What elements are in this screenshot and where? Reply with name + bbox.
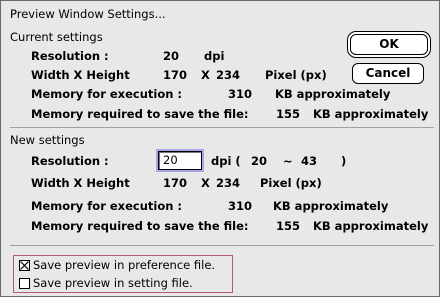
range-min: 20 bbox=[251, 154, 268, 168]
range-prefix: dpi ( bbox=[211, 154, 241, 168]
new-mem-exec-label: Memory for execution : bbox=[31, 199, 183, 213]
resolution-input[interactable]: 20 bbox=[158, 151, 202, 170]
current-resolution-label: Resolution : bbox=[31, 49, 109, 63]
current-wh-label: Width X Height bbox=[31, 68, 130, 82]
save-options-group: Save preview in preference file. Save pr… bbox=[13, 255, 233, 293]
new-times-sign: X bbox=[201, 176, 210, 190]
section-divider bbox=[10, 127, 434, 128]
current-pixel-unit: Pixel (px) bbox=[265, 68, 327, 82]
new-pixel-unit: Pixel (px) bbox=[260, 176, 322, 190]
range-max: 43 bbox=[301, 154, 318, 168]
ok-button[interactable]: OK bbox=[350, 34, 428, 55]
current-mem-save-label: Memory required to save the file: bbox=[31, 107, 249, 121]
new-mem-save-unit: KB approximately bbox=[313, 219, 429, 233]
save-setting-option[interactable]: Save preview in setting file. bbox=[14, 274, 232, 292]
range-suffix: ) bbox=[341, 154, 347, 168]
save-setting-label: Save preview in setting file. bbox=[33, 276, 193, 290]
options-divider bbox=[10, 245, 434, 246]
new-resolution-label: Resolution : bbox=[31, 154, 109, 168]
current-width-value: 170 bbox=[163, 68, 188, 82]
current-settings-heading: Current settings bbox=[10, 30, 103, 44]
cancel-button[interactable]: Cancel bbox=[352, 63, 424, 84]
dialog-title: Preview Window Settings... bbox=[10, 7, 166, 21]
save-preference-option[interactable]: Save preview in preference file. bbox=[14, 256, 232, 274]
current-resolution-unit: dpi bbox=[204, 49, 225, 63]
current-height-value: 234 bbox=[216, 68, 241, 82]
current-mem-save-value: 155 bbox=[276, 107, 301, 121]
range-tilde: ~ bbox=[283, 154, 293, 168]
current-times-sign: X bbox=[201, 68, 210, 82]
new-mem-save-value: 155 bbox=[276, 219, 301, 233]
current-mem-exec-unit: KB approximately bbox=[275, 87, 391, 101]
new-height-value: 234 bbox=[216, 176, 241, 190]
check-x-icon bbox=[20, 261, 29, 270]
save-preference-label: Save preview in preference file. bbox=[33, 258, 216, 272]
new-mem-exec-unit: KB approximately bbox=[273, 199, 389, 213]
new-mem-save-label: Memory required to save the file: bbox=[31, 219, 249, 233]
new-width-value: 170 bbox=[163, 176, 188, 190]
current-mem-exec-label: Memory for execution : bbox=[31, 87, 183, 101]
new-settings-heading: New settings bbox=[10, 133, 85, 147]
new-mem-exec-value: 310 bbox=[228, 199, 253, 213]
save-setting-checkbox[interactable] bbox=[19, 278, 30, 289]
new-wh-label: Width X Height bbox=[31, 176, 130, 190]
current-mem-save-unit: KB approximately bbox=[313, 107, 429, 121]
save-preference-checkbox[interactable] bbox=[19, 260, 30, 271]
preview-settings-dialog: Preview Window Settings... OK Cancel Cur… bbox=[0, 0, 440, 297]
current-mem-exec-value: 310 bbox=[228, 87, 253, 101]
current-resolution-value: 20 bbox=[163, 49, 180, 63]
